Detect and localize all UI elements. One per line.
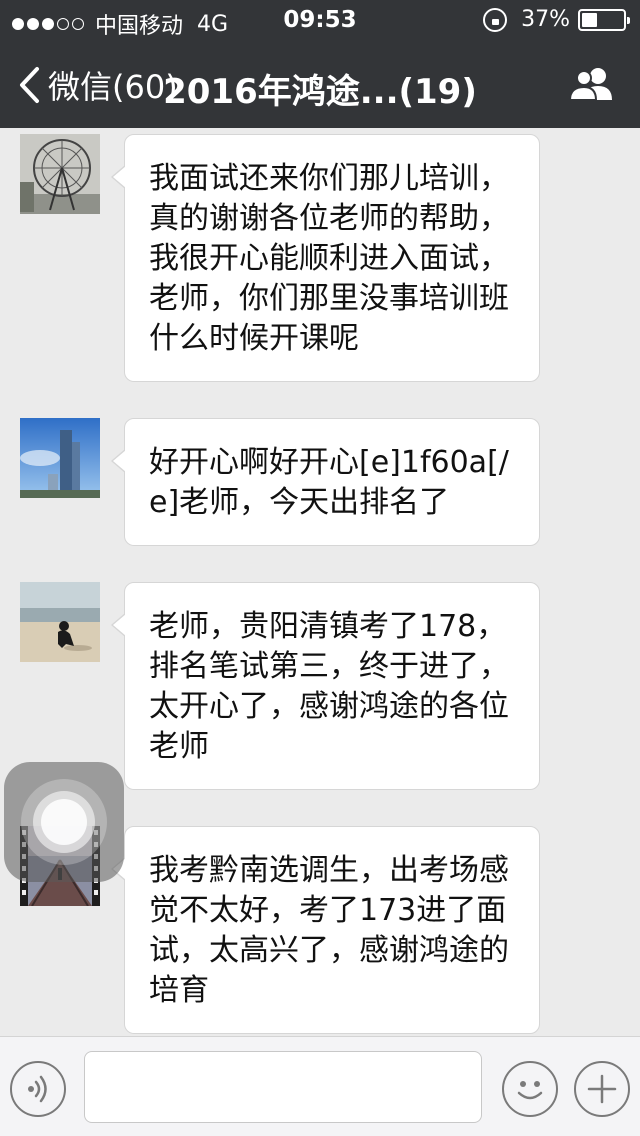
avatar-skyscraper[interactable] <box>20 418 100 498</box>
message-bubble[interactable]: 老师，贵阳清镇考了178，排名笔试第三，终于进了，太开心了，感谢鸿途的各位老师 <box>111 582 540 790</box>
nav-bar: 微信(60) 2016年鸿途...(19) <box>0 40 640 128</box>
skyscraper-photo <box>20 418 100 498</box>
voice-button[interactable] <box>10 1061 66 1117</box>
message-bubble[interactable]: 我面试还来你们那儿培训，真的谢谢各位老师的帮助，我很开心能顺利进入面试，老师，你… <box>111 134 540 382</box>
voice-icon <box>28 1075 47 1103</box>
beach-person-photo <box>20 582 100 662</box>
plus-icon <box>587 1074 617 1104</box>
battery-percent: 37% <box>521 7 570 32</box>
message-input[interactable] <box>84 1051 482 1123</box>
assistive-touch-button[interactable] <box>4 762 124 882</box>
avatar-ferris-wheel[interactable] <box>20 134 100 214</box>
people-icon[interactable] <box>568 66 616 102</box>
ferris-wheel-photo <box>20 134 100 214</box>
chat-title: 2016年鸿途...(19) <box>163 72 477 112</box>
assistive-touch-center <box>41 799 87 845</box>
more-button[interactable] <box>574 1061 630 1117</box>
status-bar: 中国移动 4G 09:53 37% <box>0 0 640 40</box>
top-bar: 中国移动 4G 09:53 37% 微信(60) 2016年鸿途...(19) <box>0 0 640 128</box>
input-bar <box>0 1036 640 1136</box>
chat-area[interactable]: 我面试还来你们那儿培训，真的谢谢各位老师的帮助，我很开心能顺利进入面试，老师，你… <box>0 128 640 1036</box>
message-bubble[interactable]: 好开心啊好开心[e]1f60a[/e]老师，今天出排名了 <box>111 418 540 546</box>
avatar-beach[interactable] <box>20 582 100 662</box>
status-right: 37% <box>483 7 630 32</box>
emoji-button[interactable] <box>502 1061 558 1117</box>
battery-fill <box>582 12 597 27</box>
battery-icon <box>578 8 630 31</box>
emoji-icon <box>517 1081 543 1100</box>
message-bubble[interactable]: 我考黔南选调生，出考场感觉不太好，考了173进了面试，太高兴了，感谢鸿途的培育 <box>111 826 540 1034</box>
rotation-lock-icon <box>483 7 508 32</box>
